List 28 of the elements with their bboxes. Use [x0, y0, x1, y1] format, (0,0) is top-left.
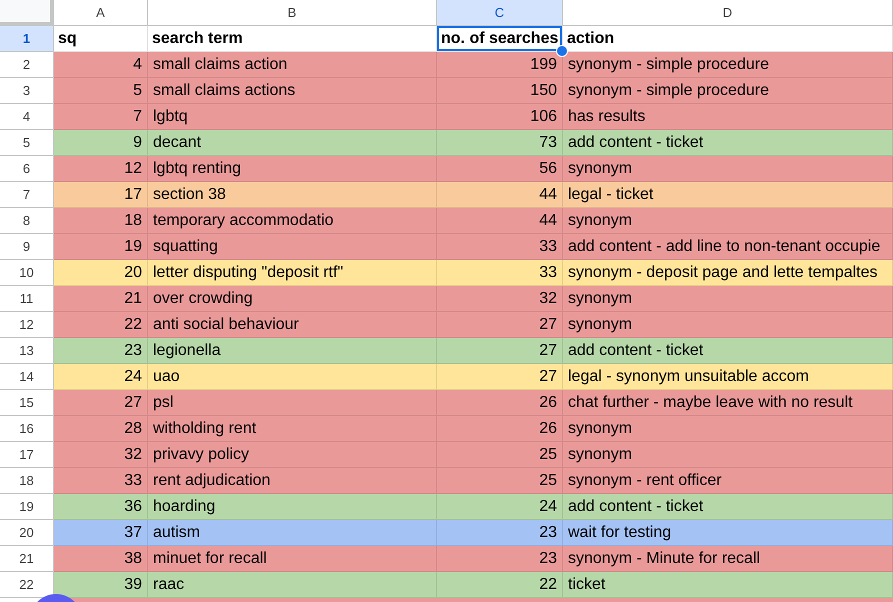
- row-number[interactable]: 5: [0, 130, 54, 156]
- row-number[interactable]: 12: [0, 312, 54, 338]
- row-number[interactable]: 13: [0, 338, 54, 364]
- row-number[interactable]: 22: [0, 572, 54, 598]
- row-number[interactable]: 11: [0, 286, 54, 312]
- column-header[interactable]: D: [563, 0, 893, 26]
- table-header-cell: no. of searches: [437, 26, 563, 52]
- row-number[interactable]: 19: [0, 494, 54, 520]
- column-header[interactable]: C: [437, 0, 563, 26]
- row-number[interactable]: 8: [0, 208, 54, 234]
- column-header[interactable]: A: [54, 0, 148, 26]
- row-number[interactable]: 9: [0, 234, 54, 260]
- row-number[interactable]: 2: [0, 52, 54, 78]
- row-number[interactable]: 3: [0, 78, 54, 104]
- row-number[interactable]: 17: [0, 442, 54, 468]
- row-number[interactable]: 7: [0, 182, 54, 208]
- row-number[interactable]: 1: [0, 26, 54, 52]
- row-number[interactable]: 4: [0, 104, 54, 130]
- row-number[interactable]: 10: [0, 260, 54, 286]
- row-number[interactable]: 21: [0, 546, 54, 572]
- row-number[interactable]: 15: [0, 390, 54, 416]
- column-header[interactable]: B: [148, 0, 437, 26]
- row-number[interactable]: 6: [0, 156, 54, 182]
- row-number[interactable]: 20: [0, 520, 54, 546]
- fill-handle[interactable]: [556, 45, 568, 57]
- row-number[interactable]: 16: [0, 416, 54, 442]
- row-number[interactable]: 14: [0, 364, 54, 390]
- row-number[interactable]: 18: [0, 468, 54, 494]
